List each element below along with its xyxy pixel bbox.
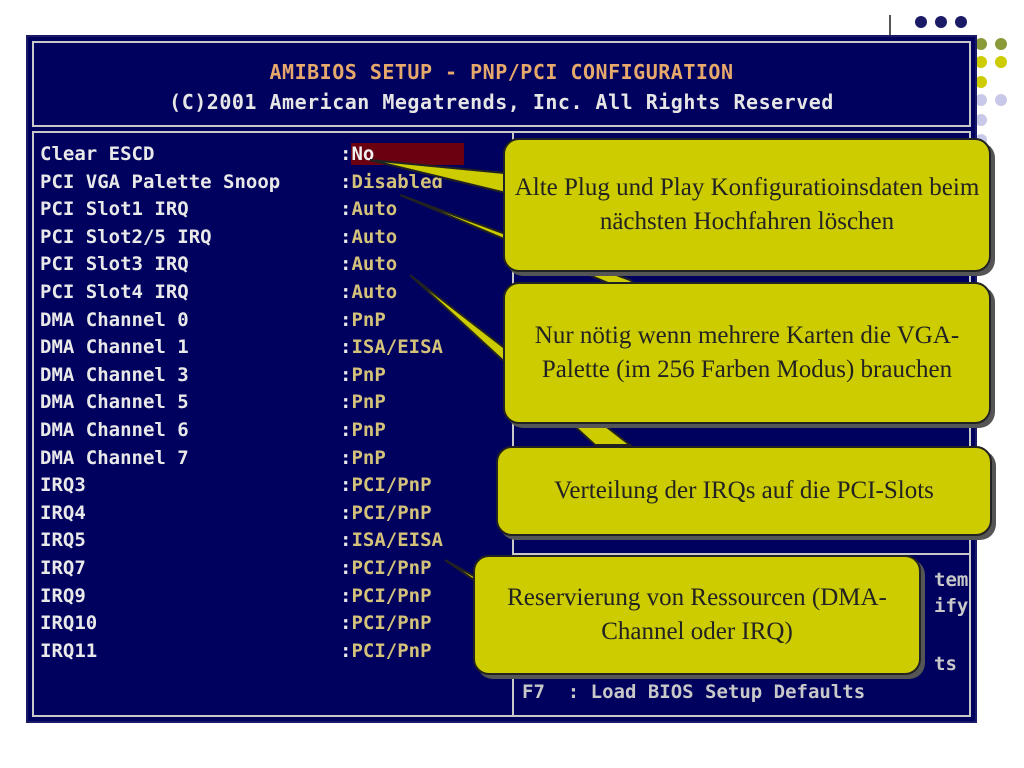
callout-resource-reservation: Reservierung von Ressourcen (DMA-Channel… bbox=[473, 555, 921, 675]
callout-clear-escd: Alte Plug und Play Konfiguratioinsdaten … bbox=[503, 138, 991, 272]
callout-vga-palette: Nur nötig wenn mehrere Karten die VGA-Pa… bbox=[503, 282, 991, 424]
callout-irq-distribution: Verteilung der IRQs auf die PCI-Slots bbox=[496, 446, 992, 536]
